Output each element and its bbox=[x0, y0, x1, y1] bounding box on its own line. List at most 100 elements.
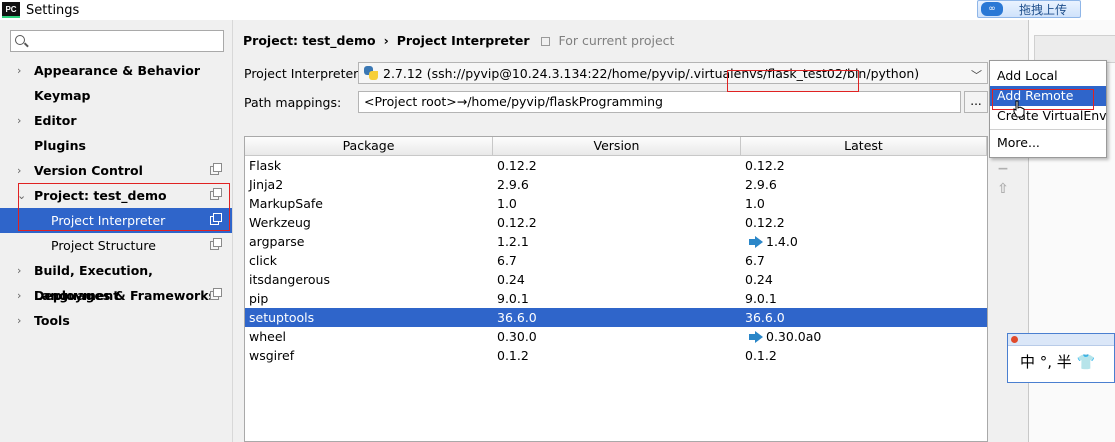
breadcrumb: Project: test_demo › Project Interpreter… bbox=[243, 33, 674, 48]
cell-latest: 0.12.2 bbox=[741, 156, 987, 175]
table-row[interactable]: pip 9.0.1 9.0.1 bbox=[245, 289, 987, 308]
sidebar-item-label: Project Interpreter bbox=[51, 213, 166, 228]
cell-text: 9.0.1 bbox=[745, 291, 777, 306]
sidebar-item-label: Appearance & Behavior bbox=[34, 63, 200, 78]
search-input[interactable] bbox=[10, 30, 224, 52]
sidebar-item-plugins[interactable]: Plugins bbox=[0, 133, 232, 158]
cell-package: setuptools bbox=[245, 308, 493, 327]
cell-version: 0.1.2 bbox=[493, 346, 741, 365]
cell-version: 6.7 bbox=[493, 251, 741, 270]
sidebar-item-label: Editor bbox=[34, 113, 77, 128]
cell-text: 1.0 bbox=[497, 196, 517, 211]
cell-text: 0.24 bbox=[497, 272, 525, 287]
table-row[interactable]: click 6.7 6.7 bbox=[245, 251, 987, 270]
sidebar-item-project-interpreter[interactable]: Project Interpreter bbox=[0, 208, 232, 233]
menu-item-add-local[interactable]: Add Local bbox=[990, 66, 1106, 86]
column-header-version[interactable]: Version bbox=[493, 137, 741, 155]
cell-package: wheel bbox=[245, 327, 493, 346]
table-row[interactable]: itsdangerous 0.24 0.24 bbox=[245, 270, 987, 289]
scope-label: For current project bbox=[558, 33, 675, 48]
python-icon bbox=[363, 65, 379, 81]
table-row[interactable]: Jinja2 2.9.6 2.9.6 bbox=[245, 175, 987, 194]
sidebar-item-project-test-demo[interactable]: ⌄ Project: test_demo bbox=[0, 183, 232, 208]
cell-version: 0.24 bbox=[493, 270, 741, 289]
chevron-right-icon[interactable]: › bbox=[17, 308, 29, 333]
cell-text: setuptools bbox=[249, 310, 315, 325]
cell-text: 9.0.1 bbox=[497, 291, 529, 306]
menu-item-create-virtualenv[interactable]: Create VirtualEnv bbox=[990, 106, 1107, 126]
cell-package: itsdangerous bbox=[245, 270, 493, 289]
sidebar-item-label: Project Structure bbox=[51, 238, 156, 253]
sidebar-item-label: Project: test_demo bbox=[34, 188, 167, 203]
title-bar: PC Settings ∞ 拖拽上传 bbox=[0, 0, 1115, 20]
upload-button[interactable]: ∞ 拖拽上传 bbox=[977, 0, 1081, 18]
chevron-right-icon[interactable]: › bbox=[17, 158, 29, 183]
cell-latest: 2.9.6 bbox=[741, 175, 987, 194]
packages-table: Package Version Latest Flask 0.12.2 0.12.2… bbox=[244, 136, 988, 442]
cell-version: 1.0 bbox=[493, 194, 741, 213]
cell-text: 0.1.2 bbox=[745, 348, 777, 363]
copy-icon bbox=[541, 37, 551, 46]
cell-text: 0.12.2 bbox=[745, 215, 785, 230]
sidebar-item-appearance-behavior[interactable]: › Appearance & Behavior bbox=[0, 58, 232, 83]
sidebar-item-tools[interactable]: › Tools bbox=[0, 308, 232, 333]
menu-item-add-remote[interactable]: Add Remote bbox=[990, 86, 1106, 106]
sidebar-item-languages-frameworks[interactable]: › Languages & Frameworks bbox=[0, 283, 232, 308]
cell-version: 9.0.1 bbox=[493, 289, 741, 308]
cell-text: MarkupSafe bbox=[249, 196, 323, 211]
chevron-right-icon[interactable]: › bbox=[17, 58, 29, 83]
cell-text: itsdangerous bbox=[249, 272, 330, 287]
table-row[interactable]: wsgiref 0.1.2 0.1.2 bbox=[245, 346, 987, 365]
upgrade-package-icon[interactable]: ⇧ bbox=[996, 182, 1010, 196]
cell-text: 2.9.6 bbox=[497, 177, 529, 192]
table-row[interactable]: Werkzeug 0.12.2 0.12.2 bbox=[245, 213, 987, 232]
copy-icon bbox=[210, 238, 222, 250]
cell-text: wheel bbox=[249, 329, 286, 344]
table-row[interactable]: argparse 1.2.1 1.4.0 bbox=[245, 232, 987, 251]
interpreter-select[interactable]: 2.7.12 (ssh://pyvip@10.24.3.134:22/home/… bbox=[358, 62, 988, 84]
menu-item-more[interactable]: More... bbox=[990, 133, 1106, 153]
cell-text: wsgiref bbox=[249, 348, 295, 363]
copy-icon bbox=[210, 188, 222, 200]
cell-latest: 6.7 bbox=[741, 251, 987, 270]
cell-package: Werkzeug bbox=[245, 213, 493, 232]
cell-version: 36.6.0 bbox=[493, 308, 741, 327]
settings-sidebar: › Appearance & Behavior Keymap › Editor Plugi… bbox=[0, 20, 232, 442]
cell-text: 6.7 bbox=[497, 253, 517, 268]
cell-version: 1.2.1 bbox=[493, 232, 741, 251]
chevron-down-icon[interactable]: ﹀ bbox=[971, 67, 982, 83]
browse-button[interactable]: ... bbox=[964, 91, 988, 113]
column-header-latest[interactable]: Latest bbox=[741, 137, 987, 155]
cell-version: 0.30.0 bbox=[493, 327, 741, 346]
cell-version: 0.12.2 bbox=[493, 213, 741, 232]
sidebar-item-build-execution-deployment[interactable]: › Build, Execution, Deployment bbox=[0, 258, 232, 303]
ime-toolbar[interactable]: 中 °, 半 👕 bbox=[1007, 333, 1115, 383]
sidebar-item-keymap[interactable]: Keymap bbox=[0, 83, 232, 108]
interpreter-value: 2.7.12 (ssh://pyvip@10.24.3.134:22/home/… bbox=[383, 65, 920, 81]
table-row[interactable]: MarkupSafe 1.0 1.0 bbox=[245, 194, 987, 213]
cell-text: 2.9.6 bbox=[745, 177, 777, 192]
chevron-right-icon[interactable]: › bbox=[17, 283, 29, 308]
sidebar-item-project-structure[interactable]: Project Structure bbox=[0, 233, 232, 258]
sidebar-item-version-control[interactable]: › Version Control bbox=[0, 158, 232, 183]
cell-latest: 0.1.2 bbox=[741, 346, 987, 365]
chevron-right-icon[interactable]: › bbox=[17, 258, 29, 283]
path-mappings-field[interactable]: <Project root>→/home/pyvip/flaskProgramm… bbox=[358, 91, 961, 113]
table-row[interactable]: setuptools 36.6.0 36.6.0 bbox=[245, 308, 987, 327]
column-header-package[interactable]: Package bbox=[245, 137, 493, 155]
chevron-right-icon[interactable]: › bbox=[17, 108, 29, 133]
chevron-down-icon[interactable]: ⌄ bbox=[17, 183, 29, 208]
menu-separator bbox=[990, 129, 1106, 130]
sidebar-item-label: Keymap bbox=[34, 88, 91, 103]
interpreter-options-menu: Add Local Add Remote Create VirtualEnv More… bbox=[989, 60, 1107, 158]
cell-package: pip bbox=[245, 289, 493, 308]
table-row[interactable]: wheel 0.30.0 0.30.0a0 bbox=[245, 327, 987, 346]
table-row[interactable]: Flask 0.12.2 0.12.2 bbox=[245, 156, 987, 175]
cell-text: 0.24 bbox=[745, 272, 773, 287]
sidebar-item-editor[interactable]: › Editor bbox=[0, 108, 232, 133]
cell-latest: 0.24 bbox=[741, 270, 987, 289]
sidebar-item-label: Tools bbox=[34, 313, 70, 328]
window-title: Settings bbox=[26, 2, 80, 18]
cell-latest: 1.4.0 bbox=[741, 232, 987, 251]
remove-package-icon[interactable]: − bbox=[996, 162, 1010, 176]
